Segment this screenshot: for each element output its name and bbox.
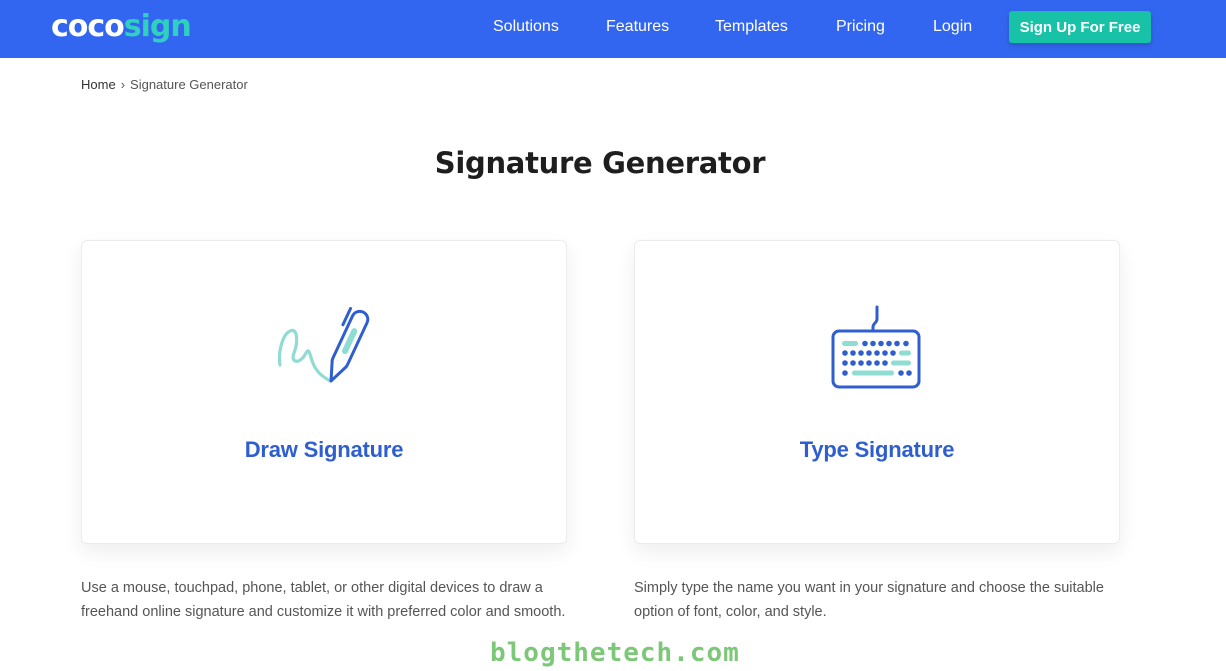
pen-signature-icon	[277, 306, 370, 383]
breadcrumb-current: Signature Generator	[130, 77, 248, 92]
top-navbar: cocosign Solutions Features Templates Pr…	[0, 0, 1226, 58]
type-signature-label: Type Signature	[799, 437, 955, 462]
page-title: Signature Generator	[434, 146, 766, 180]
watermark-text: blogthetech.com	[490, 638, 740, 668]
type-signature-card[interactable]: Type Signature	[634, 240, 1120, 544]
draw-signature-label: Draw Signature	[244, 437, 404, 462]
breadcrumb-home[interactable]: Home	[81, 77, 116, 92]
sign-up-free-button[interactable]: Sign Up For Free	[1009, 11, 1151, 43]
nav-pricing[interactable]: Pricing	[836, 16, 885, 38]
keyboard-icon	[831, 305, 921, 389]
type-signature-description: Simply type the name you want in your si…	[634, 580, 1104, 620]
breadcrumb-separator: ›	[120, 77, 126, 92]
nav-templates[interactable]: Templates	[715, 16, 788, 38]
breadcrumb: Home › Signature Generator	[81, 76, 248, 94]
draw-signature-card[interactable]: Draw Signature	[81, 240, 567, 544]
nav-solutions[interactable]: Solutions	[493, 16, 559, 38]
nav-features[interactable]: Features	[606, 16, 669, 38]
nav-login[interactable]: Login	[933, 16, 972, 38]
draw-signature-description: Use a mouse, touchpad, phone, tablet, or…	[81, 580, 566, 620]
